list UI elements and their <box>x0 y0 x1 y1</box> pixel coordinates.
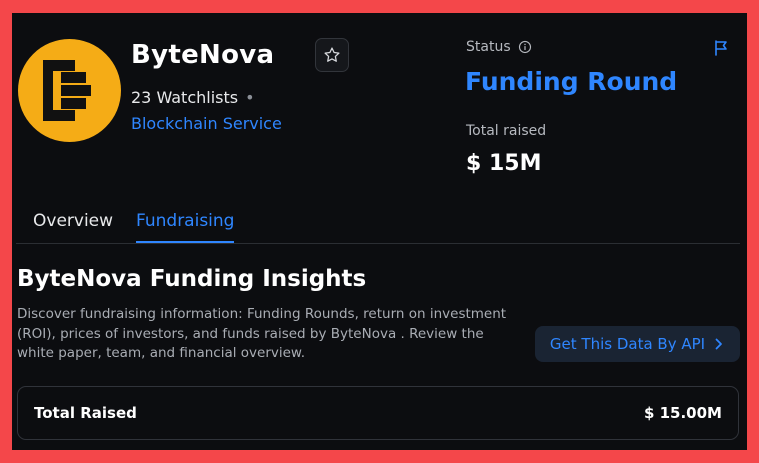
watchlist-count: 23 Watchlists • <box>131 88 255 107</box>
project-panel: ByteNova 23 Watchlists • Blockchain Servi… <box>12 13 747 450</box>
star-icon <box>324 47 340 62</box>
tab-bar: Overview Fundraising <box>16 201 740 244</box>
insights-title: ByteNova Funding Insights <box>17 266 367 292</box>
status-value: Funding Round <box>465 67 678 96</box>
total-raised-card: Total Raised $ 15.00M <box>17 386 739 440</box>
total-raised-card-label: Total Raised <box>34 404 137 422</box>
chevron-right-icon <box>715 338 722 350</box>
insights-description: Discover fundraising information: Fundin… <box>17 306 507 361</box>
total-raised-card-value: $ 15.00M <box>643 404 722 422</box>
api-button-label: Get This Data By API <box>549 335 706 353</box>
category-link[interactable]: Blockchain Service <box>131 114 282 133</box>
flag-icon[interactable] <box>712 39 730 57</box>
watchlist-star-button[interactable] <box>315 38 349 72</box>
separator-dot: • <box>245 88 255 107</box>
status-label: Status <box>466 39 532 55</box>
tab-fundraising[interactable]: Fundraising <box>136 211 235 243</box>
bytenova-logo-icon <box>18 39 121 142</box>
project-name: ByteNova <box>131 40 275 70</box>
watchlist-count-text: 23 Watchlists <box>131 88 239 107</box>
info-icon[interactable] <box>518 40 532 54</box>
tab-overview[interactable]: Overview <box>33 211 113 241</box>
get-data-by-api-button[interactable]: Get This Data By API <box>535 326 740 362</box>
total-raised-value: $ 15M <box>466 151 542 176</box>
total-raised-label: Total raised <box>466 123 547 139</box>
status-label-text: Status <box>466 39 511 55</box>
